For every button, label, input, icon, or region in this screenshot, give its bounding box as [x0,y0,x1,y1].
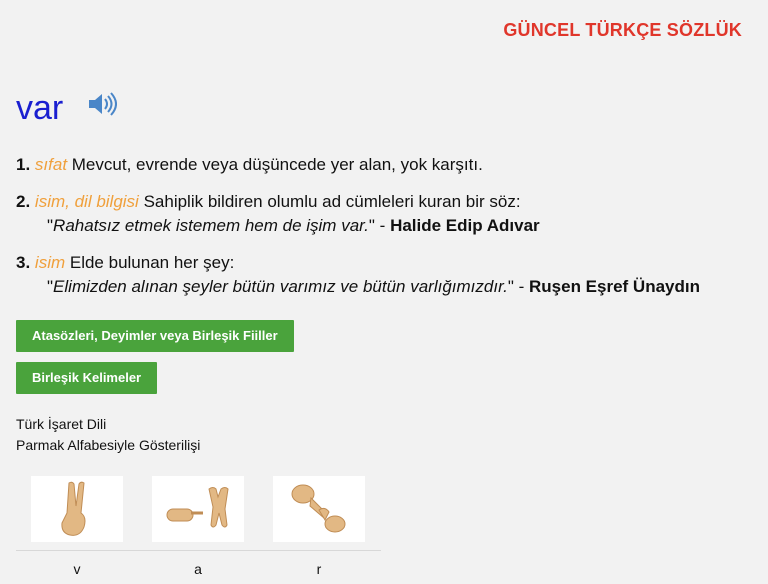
sign-letter-r [273,476,365,542]
definition-1: 1. sıfat Mevcut, evrende veya düşüncede … [16,153,756,177]
quote-author: Ruşen Eşref Ünaydın [529,277,700,296]
definition-2: 2. isim, dil bilgisi Sahiplik bildiren o… [16,190,756,238]
part-of-speech: isim [34,253,66,272]
definition-text: Sahiplik bildiren olumlu ad cümleleri ku… [138,192,521,211]
sign-letters: v a r [16,476,381,577]
entry-word: var [16,89,64,127]
quote-close-mark: " - [368,216,391,235]
definition-number: 1. [16,155,31,174]
quote-text: Elimizden alınan şeyler bütün varımız ve… [53,277,508,296]
definition-number: 2. [16,192,31,211]
entry-header: var [16,88,118,128]
definition-text: Mevcut, evrende veya düşüncede yer alan,… [67,155,483,174]
idioms-button[interactable]: Atasözleri, Deyimler veya Birleşik Fiill… [16,320,294,352]
definition-number: 3. [16,253,31,272]
sign-letter-label: v [73,561,81,577]
example-quote: "Rahatsız etmek istemem hem de işim var.… [16,214,756,238]
hand-sign-r-icon [291,484,346,533]
definitions-list: 1. sıfat Mevcut, evrende veya düşüncede … [16,153,756,312]
part-of-speech: isim, dil bilgisi [34,192,139,211]
hand-sign-a-icon [166,487,229,528]
site-brand[interactable]: GÜNCEL TÜRKÇE SÖZLÜK [503,20,742,41]
quote-author: Halide Edip Adıvar [390,216,540,235]
sign-letter-label: a [194,561,202,577]
quote-close-mark: " - [507,277,529,296]
sign-letter-v [31,476,123,542]
example-quote: "Elimizden alınan şeyler bütün varımız v… [16,275,756,299]
compound-words-button[interactable]: Birleşik Kelimeler [16,362,158,394]
sign-letter-a [152,476,244,542]
definition-3: 3. isim Elde bulunan her şey: "Elimizden… [16,251,756,299]
part-of-speech: sıfat [34,155,68,174]
sign-language-heading: Türk İşaret Dili Parmak Alfabesiyle Göst… [16,414,200,456]
sign-divider [16,550,381,551]
definition-text: Elde bulunan her şey: [65,253,235,272]
hand-sign-v-icon [61,481,86,536]
sign-language-subtitle: Parmak Alfabesiyle Gösterilişi [16,437,201,453]
sign-language-title: Türk İşaret Dili [16,416,107,432]
sign-letter-label: r [316,561,322,577]
quote-text: Rahatsız etmek istemem hem de işim var. [53,216,369,235]
speaker-icon[interactable] [87,92,118,116]
